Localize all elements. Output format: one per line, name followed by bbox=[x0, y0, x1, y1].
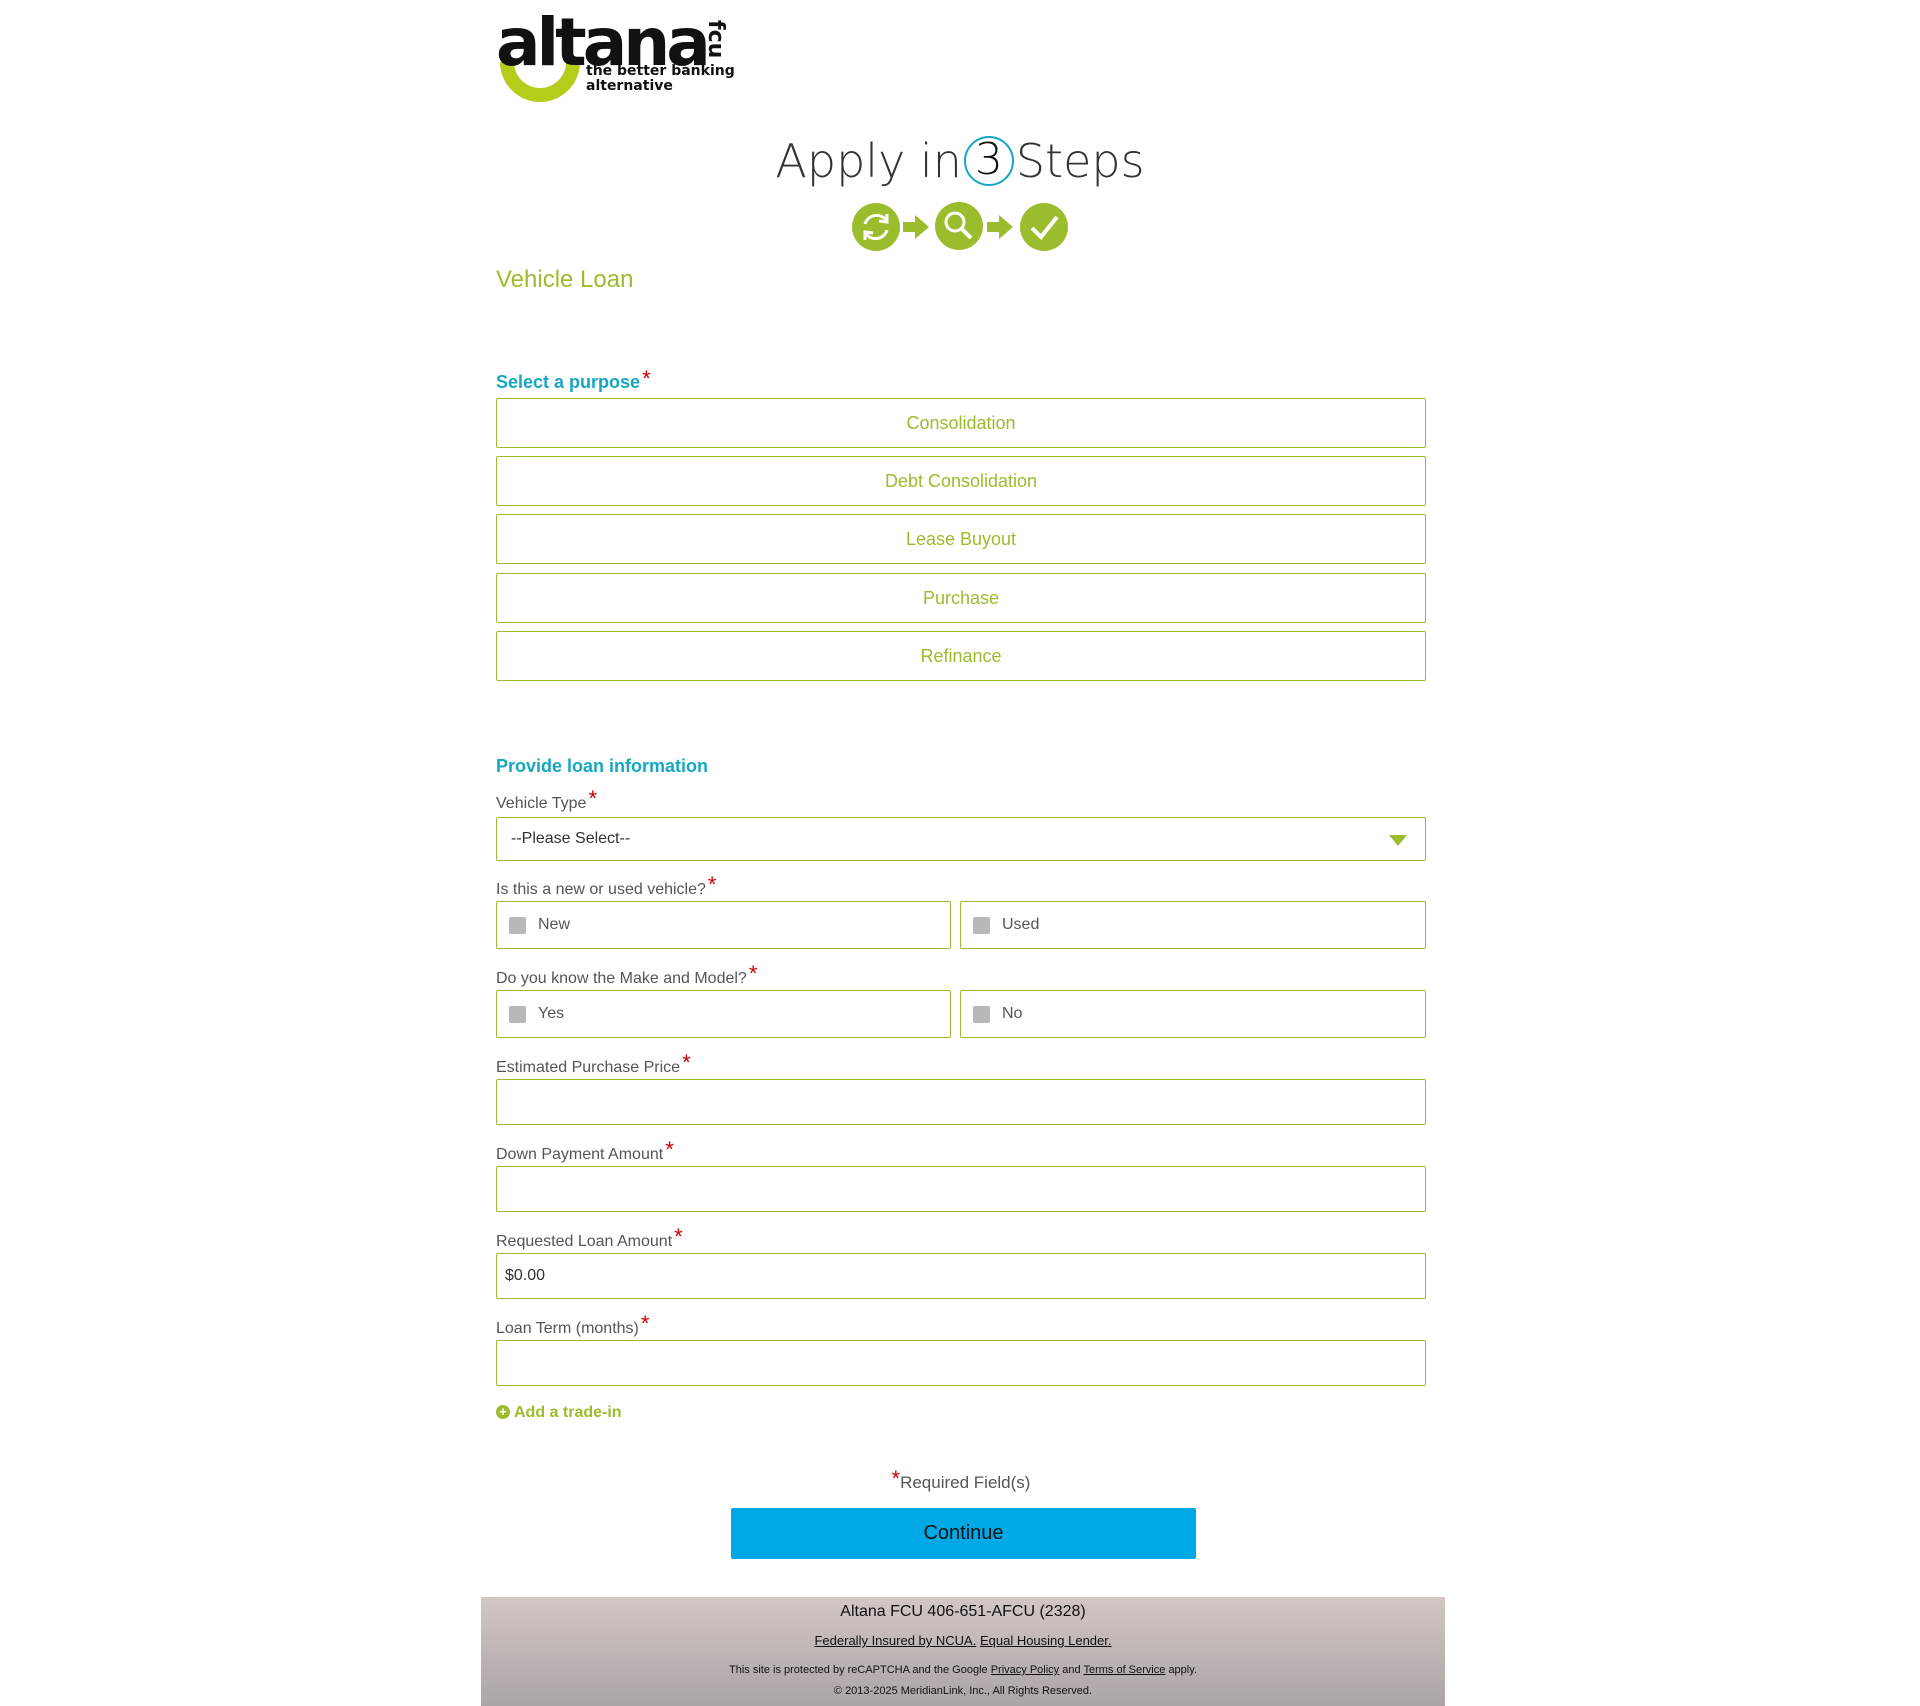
required-asterisk: * bbox=[640, 1311, 650, 1336]
required-asterisk: * bbox=[682, 1050, 691, 1075]
apply-suffix: Steps bbox=[1015, 134, 1145, 188]
checkbox-icon bbox=[973, 1006, 990, 1023]
loan-term-input[interactable] bbox=[496, 1340, 1426, 1386]
arrow-right-icon bbox=[987, 215, 1013, 239]
purpose-section-label: Select a purpose* bbox=[496, 366, 651, 393]
purchase-price-label: Estimated Purchase Price* bbox=[496, 1050, 691, 1077]
no-option-label: No bbox=[1002, 1005, 1023, 1022]
checkbox-icon bbox=[509, 1006, 526, 1023]
requested-amount-input[interactable]: $0.00 bbox=[496, 1253, 1426, 1299]
vehicle-type-label: Vehicle Type* bbox=[496, 786, 597, 813]
loan-info-section-label: Provide loan information bbox=[496, 756, 709, 776]
arrow-right-icon bbox=[903, 215, 929, 239]
page-title: Vehicle Loan bbox=[496, 266, 634, 293]
purchase-price-input[interactable] bbox=[496, 1079, 1426, 1125]
privacy-policy-link[interactable]: Privacy Policy bbox=[991, 1664, 1059, 1676]
new-option-label: New bbox=[538, 916, 571, 933]
vehicle-type-select[interactable]: --Please Select-- bbox=[496, 817, 1426, 861]
required-asterisk: * bbox=[588, 786, 597, 811]
vehicle-type-label-text: Vehicle Type bbox=[496, 795, 587, 812]
footer-phone: Altana FCU 406-651-AFCU (2328) bbox=[840, 1603, 1086, 1620]
refresh-icon bbox=[852, 203, 900, 251]
altana-logo[interactable]: altana fcu the better banking alternativ… bbox=[496, 10, 736, 102]
requested-amount-label: Requested Loan Amount* bbox=[496, 1224, 683, 1251]
footer-insurance: Federally Insured by NCUA. Equal Housing… bbox=[481, 1633, 1445, 1648]
purpose-option-purchase[interactable]: Purchase bbox=[496, 573, 1426, 623]
checkbox-icon bbox=[973, 917, 990, 934]
purpose-option-consolidation[interactable]: Consolidation bbox=[496, 398, 1426, 448]
make-model-label: Do you know the Make and Model?* bbox=[496, 961, 757, 988]
required-asterisk: * bbox=[891, 1466, 901, 1491]
purpose-option-lease-buyout[interactable]: Lease Buyout bbox=[496, 514, 1426, 564]
footer-recaptcha: This site is protected by reCAPTCHA and … bbox=[481, 1664, 1445, 1676]
steps-number-badge: 3 bbox=[963, 135, 1014, 186]
required-asterisk: * bbox=[674, 1224, 683, 1249]
loan-term-label: Loan Term (months)* bbox=[496, 1311, 649, 1338]
footer-copyright: © 2013-2025 MeridianLink, Inc., All Righ… bbox=[833, 1685, 1093, 1697]
equal-housing-link[interactable]: Equal Housing Lender. bbox=[980, 1633, 1112, 1648]
requested-amount-label-text: Requested Loan Amount bbox=[496, 1233, 673, 1250]
logo-suffix: fcu bbox=[703, 20, 728, 59]
add-trade-in-link[interactable]: + Add a trade-in bbox=[496, 1404, 622, 1422]
make-model-yes-checkbox[interactable]: Yes bbox=[496, 990, 951, 1038]
plus-circle-icon: + bbox=[496, 1405, 510, 1419]
purchase-price-label-text: Estimated Purchase Price bbox=[496, 1059, 681, 1076]
new-or-used-label: Is this a new or used vehicle?* bbox=[496, 872, 716, 899]
purpose-option-refinance[interactable]: Refinance bbox=[496, 631, 1426, 681]
required-asterisk: * bbox=[642, 366, 651, 391]
used-option-label: Used bbox=[1002, 916, 1040, 933]
site-footer: Altana FCU 406-651-AFCU (2328) Federally… bbox=[481, 1597, 1445, 1706]
vehicle-type-selected-value: --Please Select-- bbox=[511, 830, 631, 847]
terms-of-service-link[interactable]: Terms of Service bbox=[1083, 1664, 1165, 1676]
make-model-no-checkbox[interactable]: No bbox=[960, 990, 1426, 1038]
purpose-option-debt-consolidation[interactable]: Debt Consolidation bbox=[496, 456, 1426, 506]
down-payment-label: Down Payment Amount* bbox=[496, 1137, 674, 1164]
new-vehicle-checkbox[interactable]: New bbox=[496, 901, 951, 949]
purpose-label-text: Select a purpose bbox=[496, 372, 641, 392]
recaptcha-text: This site is protected by reCAPTCHA and … bbox=[729, 1664, 988, 1676]
loan-term-label-text: Loan Term (months) bbox=[496, 1320, 639, 1337]
apply-in-steps-heading: Apply in 3 Steps bbox=[0, 134, 1920, 190]
new-or-used-label-text: Is this a new or used vehicle? bbox=[496, 881, 706, 898]
required-fields-text: Required Field(s) bbox=[900, 1473, 1031, 1492]
chevron-down-icon bbox=[1389, 835, 1407, 846]
ncua-link[interactable]: Federally Insured by NCUA. bbox=[814, 1633, 976, 1648]
down-payment-label-text: Down Payment Amount bbox=[496, 1146, 664, 1163]
required-fields-note: *Required Field(s) bbox=[0, 1466, 1920, 1493]
continue-button[interactable]: Continue bbox=[731, 1508, 1196, 1559]
apply-prefix: Apply in bbox=[775, 134, 962, 188]
apply-text: apply. bbox=[1168, 1664, 1197, 1676]
search-icon bbox=[935, 202, 983, 250]
yes-option-label: Yes bbox=[538, 1005, 565, 1022]
used-vehicle-checkbox[interactable]: Used bbox=[960, 901, 1426, 949]
checkmark-icon bbox=[1020, 203, 1068, 251]
required-asterisk: * bbox=[707, 872, 717, 897]
required-asterisk: * bbox=[665, 1137, 674, 1162]
logo-tagline-1: the better banking bbox=[586, 63, 735, 79]
down-payment-input[interactable] bbox=[496, 1166, 1426, 1212]
logo-tagline-2: alternative bbox=[586, 78, 673, 94]
page: altana fcu the better banking alternativ… bbox=[0, 0, 1920, 1706]
and-text: and bbox=[1062, 1664, 1081, 1676]
checkbox-icon bbox=[509, 917, 526, 934]
required-asterisk: * bbox=[748, 961, 758, 986]
make-model-label-text: Do you know the Make and Model? bbox=[496, 970, 747, 987]
steps-graphic bbox=[852, 202, 1068, 251]
add-trade-in-text: Add a trade-in bbox=[514, 1404, 622, 1421]
